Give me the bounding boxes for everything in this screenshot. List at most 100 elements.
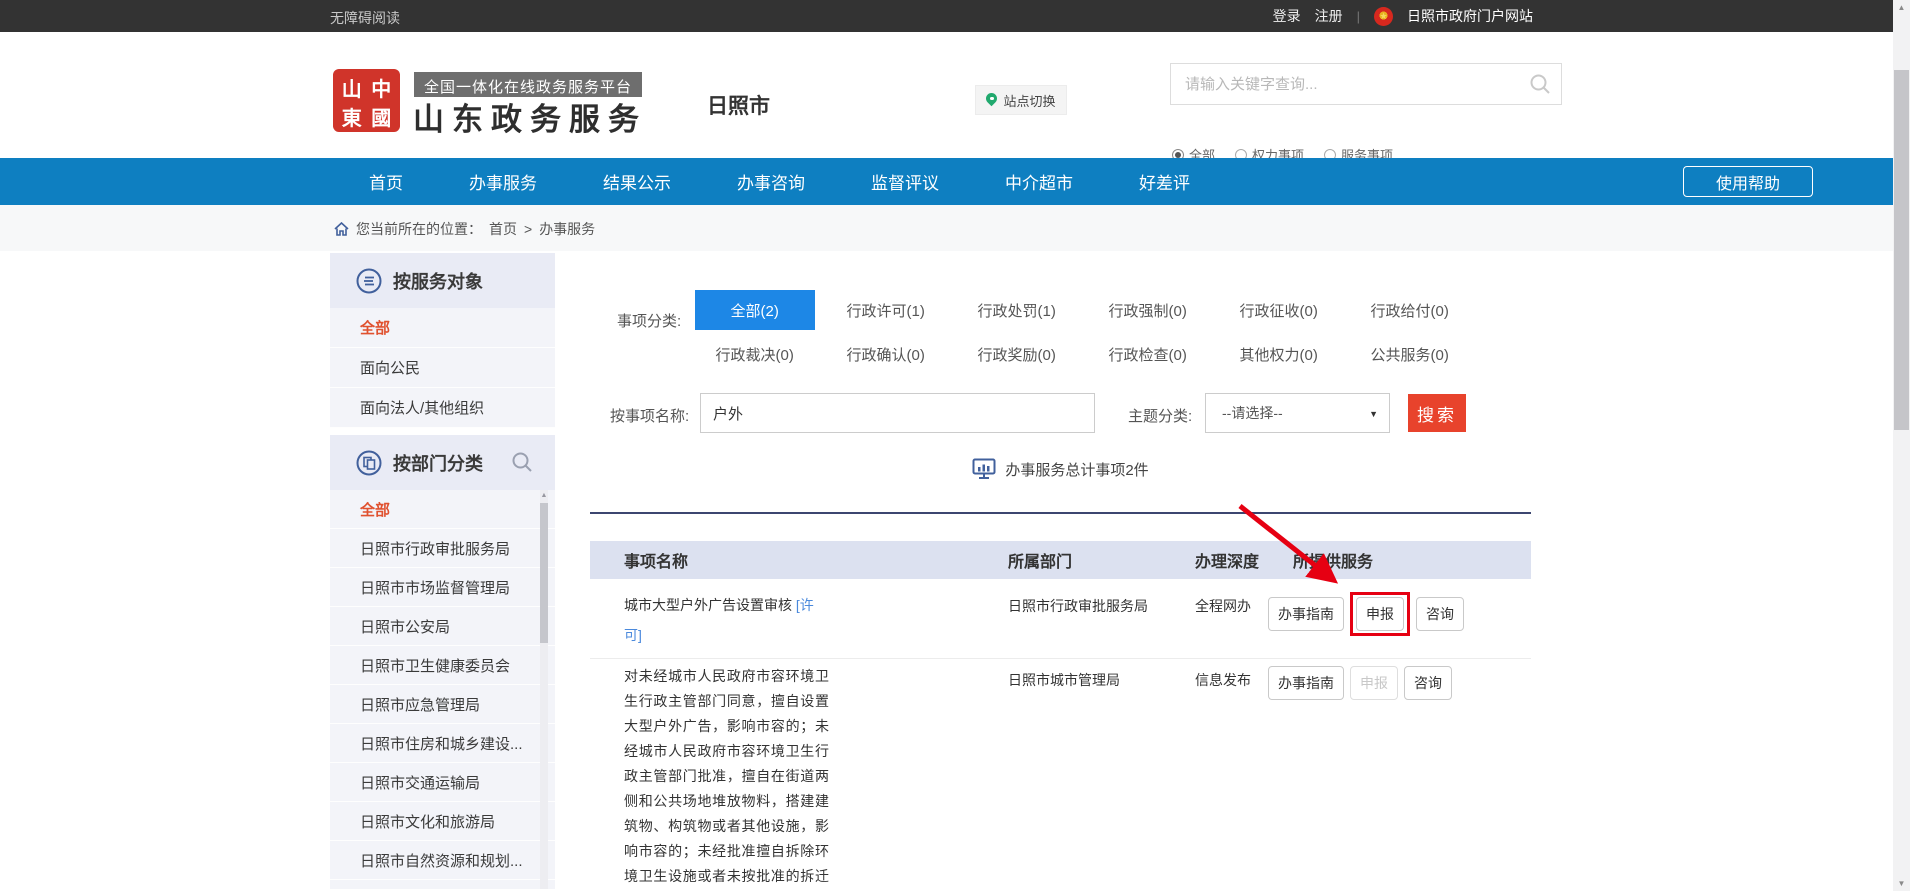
guide-button[interactable]: 办事指南 (1268, 597, 1344, 631)
table-row: 城市大型户外广告设置审核 [许可] 日照市行政审批服务局 全程网办 办事指南 申… (590, 579, 1531, 659)
breadcrumb-sep: > (524, 221, 532, 237)
search-icon[interactable] (1529, 73, 1551, 95)
consult-button[interactable]: 咨询 (1404, 666, 1452, 700)
category-tab[interactable]: 其他权力(0) (1213, 332, 1344, 376)
item-name-link[interactable]: 城市大型户外广告设置审核 (624, 597, 792, 613)
dept-item[interactable]: 日照市住房和城乡建设... (330, 724, 555, 763)
page-scrollbar[interactable]: ▲ ▼ (1893, 0, 1910, 891)
scroll-up-icon[interactable]: ▲ (1893, 3, 1910, 12)
topic-select[interactable]: --请选择-- ▼ (1205, 393, 1390, 433)
category-tab[interactable]: 行政给付(0) (1344, 288, 1475, 332)
col-header-depth: 办理深度 (1195, 548, 1268, 572)
portal-link[interactable]: 日照市政府门户网站 (1407, 6, 1533, 26)
dept-item[interactable]: 日照市公安局 (330, 607, 555, 646)
seal-char: 山 (337, 73, 367, 102)
item-name-label: 按事项名称: (610, 405, 689, 426)
stats-monitor-icon (972, 458, 996, 480)
sidebar: 按服务对象 全部 面向公民 面向法人/其他组织 按部门分类 全部 日照市行政审批… (330, 253, 555, 889)
consult-button[interactable]: 咨询 (1416, 597, 1464, 631)
national-emblem-icon: ★ (1374, 7, 1393, 26)
category-tab[interactable]: 行政确认(0) (820, 332, 951, 376)
caret-down-icon: ▼ (1369, 409, 1378, 419)
page: 无障碍阅读 登录 注册 | ★ 日照市政府门户网站 山 中 東 國 全国一体化在… (0, 0, 1910, 891)
scrollbar-thumb[interactable] (540, 503, 548, 643)
category-tab[interactable]: 行政处罚(1) (951, 288, 1082, 332)
keyword-search-box (1170, 63, 1562, 105)
site-switch-label: 站点切换 (1003, 91, 1055, 110)
item-name-input[interactable] (700, 393, 1095, 433)
nav-home[interactable]: 首页 (369, 169, 403, 194)
main-nav: 首页 办事服务 结果公示 办事咨询 监督评议 中介超市 好差评 使用帮助 (0, 158, 1893, 205)
help-button[interactable]: 使用帮助 (1683, 166, 1813, 197)
item-depth: 信息发布 (1195, 664, 1268, 690)
dept-item[interactable]: 日照市文化和旅游局 (330, 802, 555, 841)
sidebar-item-legal-person[interactable]: 面向法人/其他组织 (330, 388, 555, 428)
dept-item[interactable]: 日照市自然资源和规划... (330, 841, 555, 880)
site-header: 山 中 東 國 全国一体化在线政务服务平台 山东政务服务 日照市 站点切换 全部… (0, 32, 1893, 158)
dept-item[interactable]: 日照市行政审批服务局 (330, 529, 555, 568)
site-switch-button[interactable]: 站点切换 (975, 85, 1067, 115)
category-tab[interactable]: 行政许可(1) (820, 288, 951, 332)
annotation-highlight-box: 申报 (1350, 592, 1410, 636)
dept-item[interactable]: 日照市应急管理局 (330, 685, 555, 724)
category-tab[interactable]: 行政奖励(0) (951, 332, 1082, 376)
keyword-search-input[interactable] (1171, 64, 1561, 104)
department-list-scrollbar[interactable]: ▲ (540, 490, 548, 889)
site-title: 山东政务服务 (413, 94, 647, 139)
accessibility-link[interactable]: 无障碍阅读 (330, 8, 400, 28)
sidebar-title: 按服务对象 (393, 268, 483, 294)
register-link[interactable]: 注册 (1315, 6, 1343, 26)
sidebar-item-citizen[interactable]: 面向公民 (330, 348, 555, 388)
category-tab[interactable]: 行政征收(0) (1213, 288, 1344, 332)
sidebar-header-department: 按部门分类 (330, 435, 555, 490)
item-department: 日照市行政审批服务局 (995, 590, 1195, 616)
item-depth: 全程网办 (1195, 590, 1268, 616)
category-tab-all[interactable]: 全部(2) (689, 288, 820, 332)
login-link[interactable]: 登录 (1273, 6, 1301, 26)
sidebar-title: 按部门分类 (393, 450, 483, 476)
apply-button[interactable]: 申报 (1356, 597, 1404, 631)
service-target-list: 全部 面向公民 面向法人/其他组织 (330, 308, 555, 428)
col-header-services: 所提供服务 (1268, 548, 1531, 572)
nav-agency-market[interactable]: 中介超市 (1005, 169, 1073, 194)
circled-pages-icon (356, 450, 382, 476)
category-tab[interactable]: 行政检查(0) (1082, 332, 1213, 376)
guide-button[interactable]: 办事指南 (1268, 666, 1344, 700)
col-header-department: 所属部门 (995, 548, 1195, 572)
section-divider (590, 512, 1531, 514)
nav-rating[interactable]: 好差评 (1139, 169, 1190, 194)
location-pin-icon (986, 93, 997, 107)
top-utility-bar: 无障碍阅读 登录 注册 | ★ 日照市政府门户网站 (0, 0, 1893, 32)
sidebar-header-service-target: 按服务对象 (330, 253, 555, 308)
nav-consult[interactable]: 办事咨询 (737, 169, 805, 194)
dept-item-all[interactable]: 全部 (330, 490, 555, 529)
sidebar-item-all[interactable]: 全部 (330, 308, 555, 348)
breadcrumb: 您当前所在的位置： 首页 > 办事服务 (334, 219, 595, 239)
table-header-row: 事项名称 所属部门 办理深度 所提供服务 (590, 541, 1531, 579)
breadcrumb-current[interactable]: 办事服务 (539, 219, 595, 239)
dept-item[interactable]: 日照市市场监督管理局 (330, 568, 555, 607)
summary-line: 办事服务总计事项2件 (590, 458, 1531, 480)
scrollbar-thumb[interactable] (1894, 70, 1909, 430)
search-button[interactable]: 搜索 (1408, 394, 1466, 432)
dept-item[interactable]: 日照市卫生健康委员会 (330, 646, 555, 685)
item-name-text[interactable]: 对未经城市人民政府市容环境卫生行政主管部门同意，擅自设置大型户外广告，影响市容的… (624, 664, 829, 891)
nav-supervision[interactable]: 监督评议 (871, 169, 939, 194)
content-area: 按服务对象 全部 面向公民 面向法人/其他组织 按部门分类 全部 日照市行政审批… (330, 251, 1561, 891)
dept-item[interactable]: 日照市交通运输局 (330, 763, 555, 802)
scroll-down-icon[interactable]: ▼ (1893, 879, 1910, 888)
category-tab[interactable]: 行政裁决(0) (689, 332, 820, 376)
topic-selected-value: --请选择-- (1222, 403, 1283, 423)
department-search-icon[interactable] (511, 451, 533, 473)
category-tab[interactable]: 行政强制(0) (1082, 288, 1213, 332)
breadcrumb-home[interactable]: 首页 (489, 219, 517, 239)
home-icon (334, 222, 349, 236)
scroll-up-icon[interactable]: ▲ (540, 492, 548, 499)
nav-services[interactable]: 办事服务 (469, 169, 537, 194)
category-filter: 事项分类: 全部(2) 行政许可(1) 行政处罚(1) 行政强制(0) 行政征收… (617, 288, 1475, 376)
seal-char: 國 (367, 102, 397, 131)
nav-results[interactable]: 结果公示 (603, 169, 671, 194)
category-tab[interactable]: 公共服务(0) (1344, 332, 1475, 376)
seal-char: 東 (337, 102, 367, 131)
top-right-links: 登录 注册 | ★ 日照市政府门户网站 (1273, 0, 1533, 32)
